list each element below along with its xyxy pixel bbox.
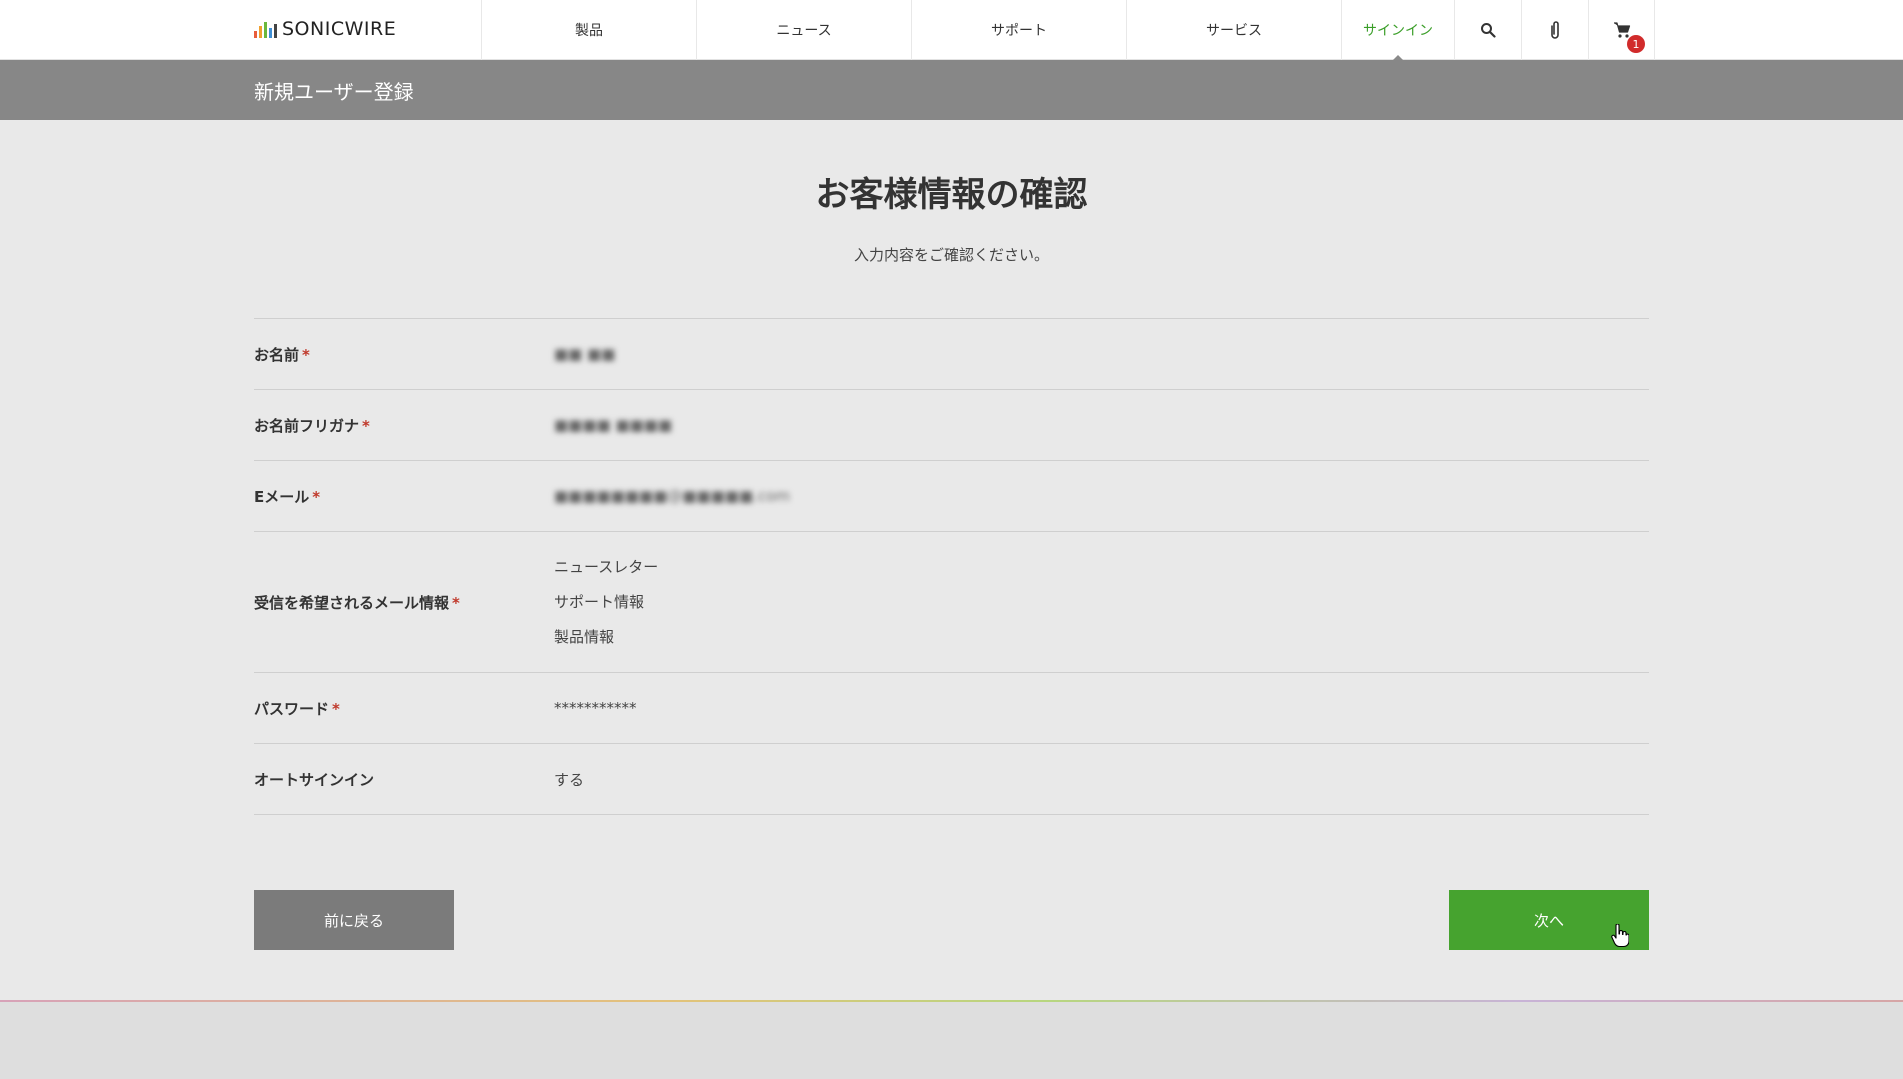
row-label: パスワード *: [254, 699, 340, 718]
nav-item-products[interactable]: 製品: [481, 0, 696, 60]
back-button[interactable]: 前に戻る: [254, 890, 454, 950]
pref-product-info: 製品情報: [554, 627, 615, 646]
cart-button[interactable]: 1: [1588, 0, 1655, 60]
cart-icon: [1613, 22, 1630, 38]
required-mark: *: [452, 593, 460, 612]
top-navigation-bar: SONICWIRE 製品 ニュース サポート サービス サインイン 1: [0, 0, 1903, 61]
row-auto-signin: オートサインイン する: [254, 744, 1649, 815]
row-value-password: ***********: [554, 699, 637, 717]
row-value-name: ■■ ■■: [554, 345, 616, 363]
row-label: お名前 *: [254, 345, 310, 364]
confirmation-table: お名前 * ■■ ■■ お名前フリガナ * ■■■■ ■■■■ Eメール * ■■■■…: [254, 318, 1649, 815]
required-mark: *: [302, 345, 310, 364]
logo-bars-icon: [254, 20, 279, 38]
footer: [0, 1002, 1903, 1079]
row-label: 受信を希望されるメール情報 *: [254, 593, 460, 612]
row-value-mail-preferences: ニュースレター サポート情報 製品情報: [554, 550, 658, 655]
nav-item-news[interactable]: ニュース: [696, 0, 911, 60]
sonicwire-logo[interactable]: SONICWIRE: [254, 17, 396, 41]
row-mail-preferences: 受信を希望されるメール情報 * ニュースレター サポート情報 製品情報: [254, 532, 1649, 673]
required-mark: *: [332, 699, 340, 718]
nav-item-services[interactable]: サービス: [1126, 0, 1341, 60]
required-mark: *: [362, 416, 370, 435]
paperclip-icon: [1551, 21, 1559, 39]
search-button[interactable]: [1454, 0, 1521, 60]
row-label: オートサインイン: [254, 770, 375, 789]
search-icon: [1481, 23, 1496, 38]
confirm-heading: お客様情報の確認: [815, 175, 1088, 215]
confirm-subheading: 入力内容をご確認ください。: [853, 246, 1049, 264]
title-band: 新規ユーザー登録: [0, 60, 1903, 120]
row-value-auto-signin: する: [554, 770, 585, 789]
required-mark: *: [312, 487, 321, 506]
pref-support-info: サポート情報: [554, 592, 645, 611]
hand-cursor-icon: [1611, 924, 1629, 948]
main-nav: 製品 ニュース サポート サービス サインイン 1: [481, 0, 1655, 61]
cart-count-badge: 1: [1627, 35, 1645, 53]
logo-text: SONICWIRE: [282, 18, 397, 40]
page-title: 新規ユーザー登録: [254, 80, 414, 104]
nav-item-support[interactable]: サポート: [911, 0, 1126, 60]
row-value-email: ■■■■■■■■@■■■■■.com: [554, 487, 791, 505]
clip-button[interactable]: [1521, 0, 1588, 60]
row-email: Eメール * ■■■■■■■■@■■■■■.com: [254, 461, 1649, 532]
row-name: お名前 * ■■ ■■: [254, 319, 1649, 390]
nav-item-signin[interactable]: サインイン: [1341, 0, 1454, 61]
row-label: Eメール *: [254, 487, 321, 506]
row-name-kana: お名前フリガナ * ■■■■ ■■■■: [254, 390, 1649, 461]
row-value-name-kana: ■■■■ ■■■■: [554, 416, 673, 434]
row-label: お名前フリガナ *: [254, 416, 370, 435]
pref-newsletter: ニュースレター: [554, 557, 659, 576]
row-password: パスワード * ***********: [254, 673, 1649, 744]
